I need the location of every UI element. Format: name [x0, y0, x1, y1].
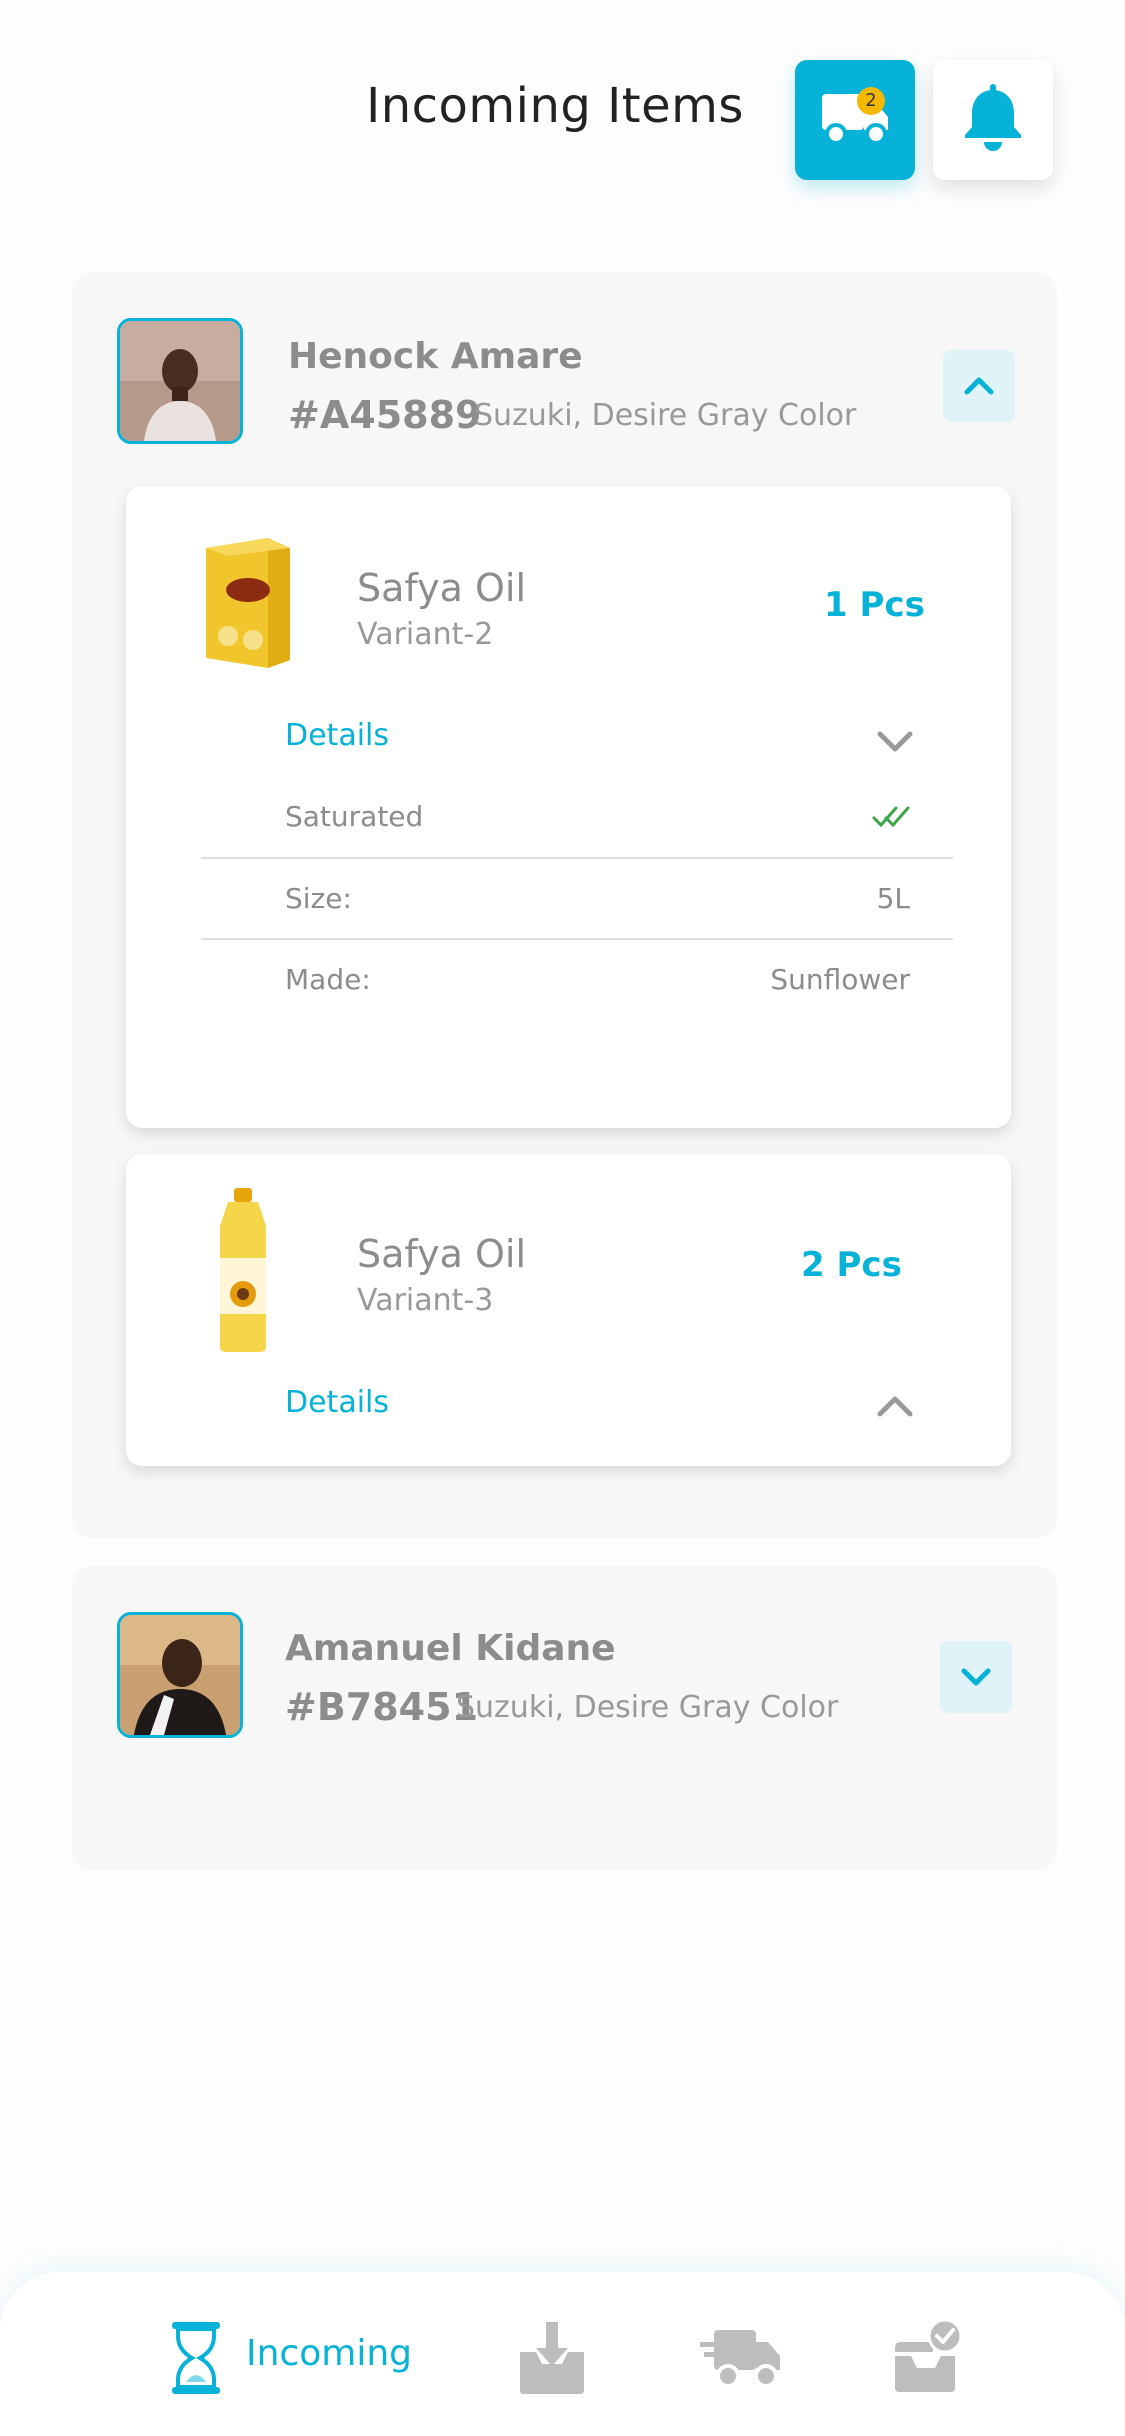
download-tray-icon: [520, 2322, 584, 2394]
vehicle-info: Suzuki, Desire Gray Color: [456, 1690, 839, 1725]
nav-item-delivery[interactable]: [700, 2324, 782, 2392]
product-variant: Variant-3: [357, 1283, 494, 1318]
order-id: #B78451: [285, 1685, 479, 1729]
collapse-toggle-button[interactable]: [943, 350, 1015, 422]
nav-item-incoming[interactable]: Incoming: [168, 2318, 413, 2398]
product-name: Safya Oil: [357, 1232, 526, 1276]
saturated-label: Saturated: [285, 800, 424, 833]
product-image: [206, 1186, 280, 1354]
page-title: Incoming Items: [366, 78, 744, 134]
product-name: Safya Oil: [357, 566, 526, 610]
details-toggle[interactable]: Details: [285, 718, 389, 753]
delivery-truck-icon: [700, 2330, 780, 2388]
size-label: Size:: [285, 882, 352, 915]
avatar: [117, 1612, 243, 1738]
nav-item-completed[interactable]: [893, 2318, 963, 2394]
chevron-down-icon: [961, 1668, 991, 1686]
inbox-check-icon: [895, 2318, 963, 2392]
customer-name: Henock Amare: [288, 336, 583, 377]
nav-label-incoming: Incoming: [246, 2333, 412, 2374]
vehicle-info: Suzuki, Desire Gray Color: [474, 398, 857, 433]
details-expand-button[interactable]: [874, 720, 916, 762]
bell-icon: [965, 84, 1021, 151]
made-value: Sunflower: [770, 963, 910, 996]
product-variant: Variant-2: [357, 617, 494, 652]
divider: [201, 857, 953, 859]
order-id: #A45889: [288, 393, 482, 437]
divider: [201, 938, 953, 940]
details-collapse-button[interactable]: [874, 1386, 916, 1428]
notification-count-badge: 2: [857, 87, 885, 115]
details-toggle[interactable]: Details: [285, 1385, 389, 1420]
product-image: [198, 532, 294, 670]
expand-toggle-button[interactable]: [940, 1641, 1012, 1713]
nav-item-received[interactable]: [516, 2318, 588, 2396]
item-quantity: 1 Pcs: [824, 585, 925, 625]
avatar: [117, 318, 243, 444]
incoming-truck-button[interactable]: 2: [795, 60, 915, 180]
item-quantity: 2 Pcs: [801, 1245, 902, 1285]
notifications-button[interactable]: [933, 60, 1053, 180]
size-value: 5L: [876, 882, 910, 915]
truck-icon: [822, 94, 888, 145]
made-label: Made:: [285, 963, 371, 996]
double-check-icon: [872, 800, 912, 832]
chevron-up-icon: [877, 1396, 913, 1417]
chevron-up-icon: [964, 377, 994, 395]
chevron-down-icon: [877, 731, 913, 752]
hourglass-icon: [172, 2322, 220, 2394]
customer-name: Amanuel Kidane: [285, 1628, 616, 1669]
